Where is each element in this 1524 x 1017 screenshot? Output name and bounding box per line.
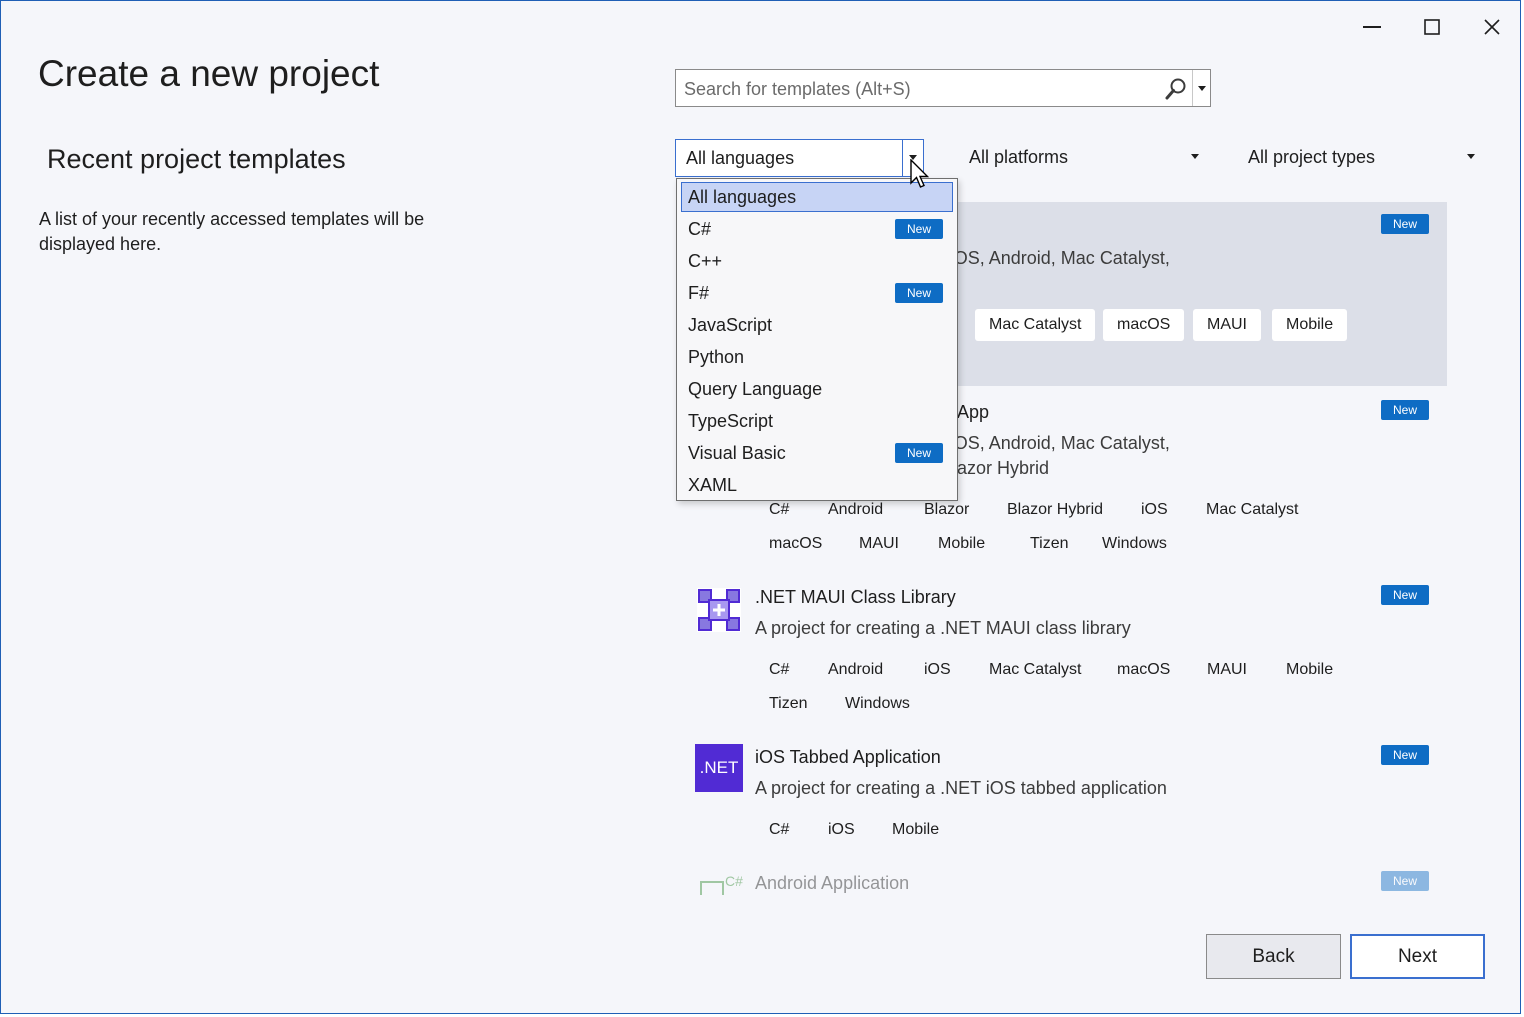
project-type-filter[interactable]: All project types: [1238, 139, 1485, 177]
template-tag: macOS: [1117, 661, 1171, 678]
template-tag: Mac Catalyst: [975, 309, 1096, 341]
language-option[interactable]: JavaScript: [681, 310, 953, 340]
android-app-icon: C#: [695, 870, 743, 895]
language-option[interactable]: C++: [681, 246, 953, 276]
template-tag: MAUI: [859, 535, 899, 552]
minimize-icon: [1363, 26, 1381, 28]
new-badge: New: [895, 283, 943, 303]
create-project-window: Create a new project Recent project temp…: [0, 0, 1521, 1014]
template-tag: C#: [769, 661, 790, 678]
new-badge: New: [1381, 400, 1429, 420]
language-option-label: All languages: [688, 186, 797, 207]
language-option[interactable]: TypeScript: [681, 406, 953, 436]
new-badge: New: [1381, 214, 1429, 234]
template-tag: MAUI: [1207, 661, 1247, 678]
language-dropdown-menu[interactable]: All languages C# New C++ F# New JavaScri…: [676, 178, 958, 501]
platform-filter-value: All platforms: [969, 147, 1069, 167]
language-option[interactable]: C# New: [681, 214, 953, 244]
android-icon: C#: [700, 873, 743, 895]
language-option-label: TypeScript: [688, 410, 774, 431]
chevron-down-icon: [1467, 154, 1475, 159]
template-tag: Mobile: [938, 535, 986, 552]
language-option-label: Visual Basic: [688, 442, 786, 463]
language-option-label: XAML: [688, 474, 738, 495]
template-item[interactable]: C# Android Application New: [677, 865, 1447, 895]
language-filter-value: All languages: [686, 148, 795, 168]
chevron-down-icon: [1198, 85, 1206, 91]
recent-templates-description: A list of your recently accessed templat…: [39, 209, 425, 254]
template-name: .NET MAUI Class Library: [755, 587, 956, 607]
template-tag: Tizen: [769, 695, 808, 712]
template-tag: Mobile: [1286, 661, 1334, 678]
language-option-label: C++: [688, 250, 723, 271]
template-description: A project for creating a .NET iOS tabbed…: [755, 778, 1167, 798]
template-tag: iOS: [924, 661, 951, 678]
template-tag: iOS: [1141, 501, 1168, 518]
template-description: azor Hybrid: [957, 458, 1050, 478]
platform-filter[interactable]: All platforms: [959, 139, 1209, 177]
template-tag: C#: [769, 821, 790, 838]
template-name: App: [957, 402, 990, 422]
template-tag: Mobile: [892, 821, 940, 838]
mouse-cursor-icon: [910, 159, 930, 188]
search-input[interactable]: [682, 70, 1156, 108]
minimize-button[interactable]: [1352, 11, 1392, 43]
template-description: A project for creating a .NET MAUI class…: [755, 618, 1131, 638]
back-button[interactable]: Back: [1206, 934, 1341, 979]
template-search: [675, 69, 1211, 108]
project-type-filter-value: All project types: [1248, 147, 1376, 167]
template-tag: iOS: [828, 821, 855, 838]
template-tag: macOS: [1103, 309, 1185, 341]
template-tag: Android: [828, 661, 884, 678]
close-icon: [1484, 19, 1500, 35]
template-name: iOS Tabbed Application: [755, 747, 941, 767]
maui-class-library-icon: [697, 588, 741, 632]
search-icon[interactable]: [1164, 77, 1188, 101]
language-option[interactable]: Python: [681, 342, 953, 372]
chevron-down-icon: [1191, 154, 1199, 159]
language-filter[interactable]: All languages: [675, 139, 924, 177]
language-option[interactable]: F# New: [681, 278, 953, 308]
android-icon-label: C#: [725, 873, 743, 889]
language-option[interactable]: Query Language: [681, 374, 953, 404]
new-badge: New: [895, 443, 943, 463]
maximize-button[interactable]: [1412, 11, 1452, 43]
language-option-label: C#: [688, 218, 712, 239]
language-option-label: F#: [688, 282, 710, 303]
template-item[interactable]: .NET MAUI Class Library New A project fo…: [677, 572, 1447, 732]
template-tag: Tizen: [1030, 535, 1069, 552]
maximize-icon: [1424, 19, 1440, 35]
new-badge: New: [1381, 745, 1429, 765]
template-tag: Mobile: [1272, 309, 1348, 341]
template-tag: macOS: [769, 535, 823, 552]
template-tag: Mac Catalyst: [989, 661, 1082, 678]
template-tag: MAUI: [1193, 309, 1261, 341]
template-item[interactable]: .NET iOS Tabbed Application New A projec…: [677, 732, 1447, 862]
new-badge: New: [895, 219, 943, 239]
language-option-label: Python: [688, 346, 745, 367]
language-option[interactable]: XAML: [681, 470, 953, 500]
language-option-label: Query Language: [688, 378, 823, 399]
new-badge: New: [1381, 871, 1429, 891]
template-tag: Windows: [845, 695, 910, 712]
next-button[interactable]: Next: [1350, 934, 1485, 979]
template-tag: Windows: [1102, 535, 1167, 552]
page-title: Create a new project: [38, 53, 380, 94]
language-option-label: JavaScript: [688, 314, 773, 335]
language-option[interactable]: Visual Basic New: [681, 438, 953, 468]
dotnet-icon: .NET: [695, 744, 743, 792]
template-tag: Blazor Hybrid: [1007, 501, 1104, 518]
new-badge: New: [1381, 585, 1429, 605]
template-tag: Mac Catalyst: [1206, 501, 1299, 518]
template-name: Android Application: [755, 873, 910, 893]
recent-templates-heading: Recent project templates: [47, 144, 346, 174]
close-button[interactable]: [1472, 11, 1512, 43]
search-options-dropdown[interactable]: [1192, 70, 1211, 106]
